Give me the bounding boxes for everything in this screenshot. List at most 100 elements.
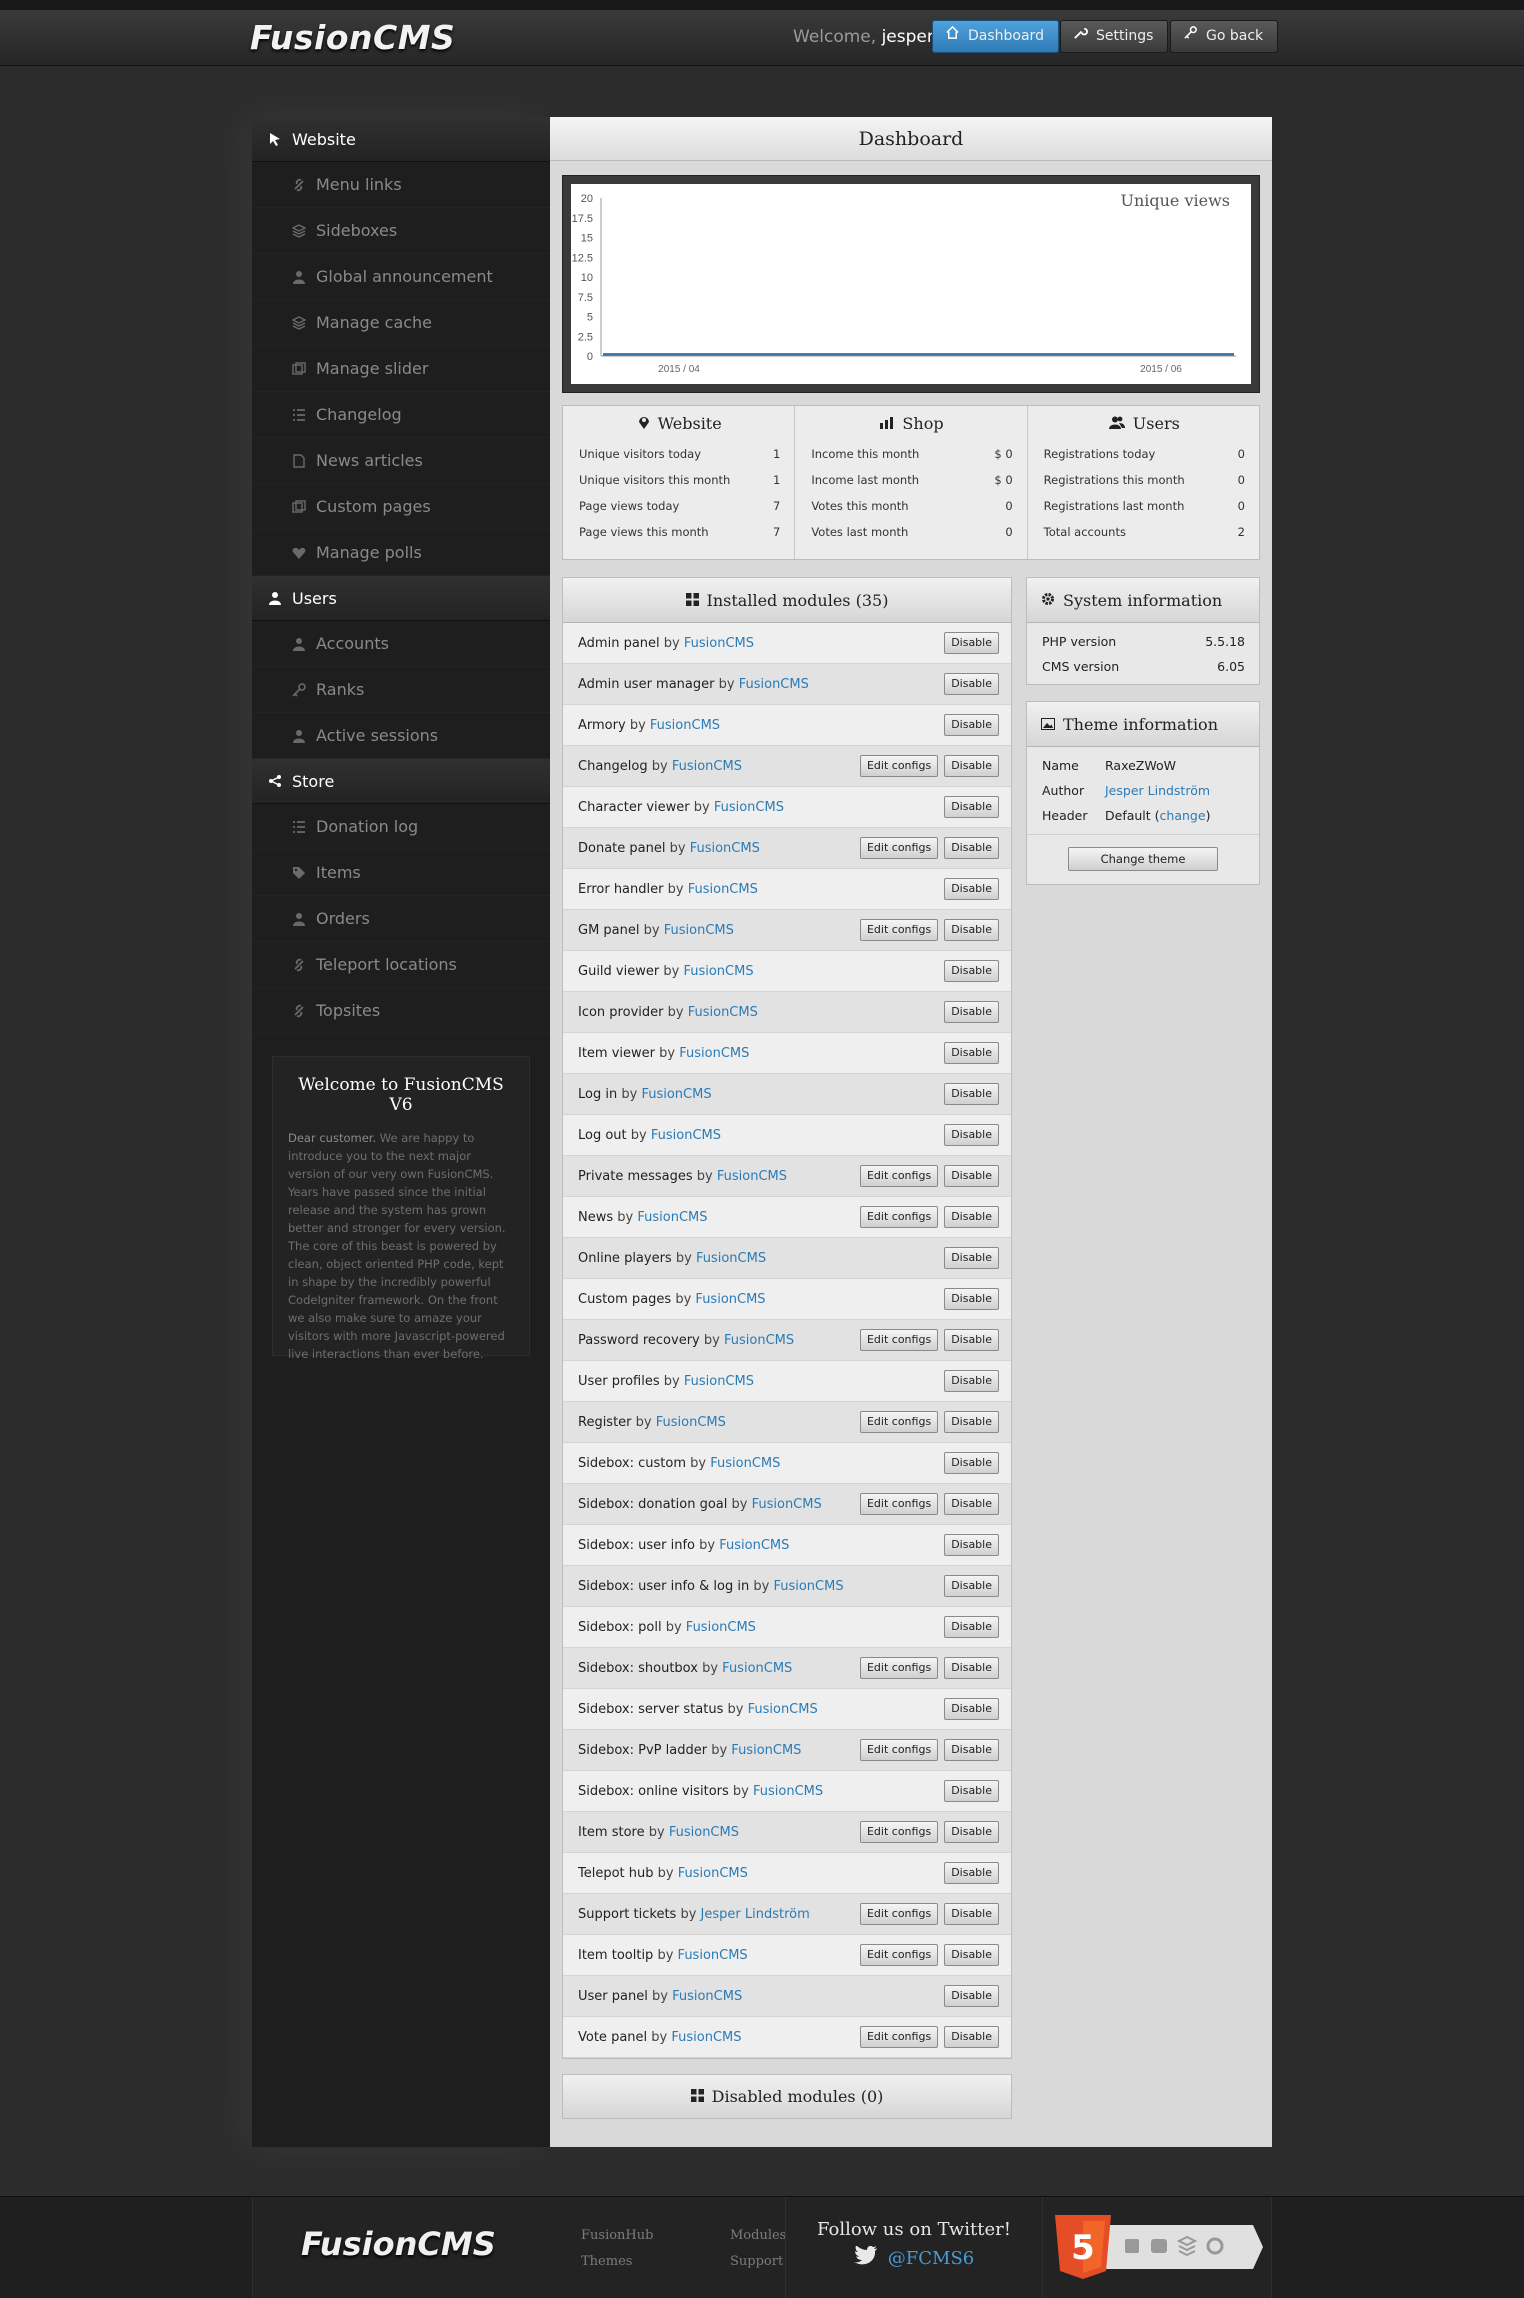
sidebar-item-active-sessions[interactable]: Active sessions <box>252 713 550 759</box>
sidebar-item-manage-slider[interactable]: Manage slider <box>252 346 550 392</box>
module-author-link[interactable]: FusionCMS <box>669 1825 739 1840</box>
disable-button[interactable]: Disable <box>944 1247 999 1269</box>
disable-button[interactable]: Disable <box>944 1821 999 1843</box>
module-author-link[interactable]: FusionCMS <box>683 964 753 979</box>
edit-configs-button[interactable]: Edit configs <box>859 1657 939 1679</box>
disable-button[interactable]: Disable <box>944 1206 999 1228</box>
edit-configs-button[interactable]: Edit configs <box>859 2026 939 2048</box>
module-author-link[interactable]: FusionCMS <box>752 1497 822 1512</box>
twitter-link[interactable]: @FCMS6 <box>786 2245 1042 2271</box>
module-author-link[interactable]: FusionCMS <box>678 1866 748 1881</box>
module-author-link[interactable]: FusionCMS <box>637 1210 707 1225</box>
footer-link-modules[interactable]: Modules <box>730 2223 786 2249</box>
disable-button[interactable]: Disable <box>944 1288 999 1310</box>
module-author-link[interactable]: FusionCMS <box>773 1579 843 1594</box>
edit-configs-button[interactable]: Edit configs <box>859 837 939 859</box>
sidebar-item-menu-links[interactable]: Menu links <box>252 162 550 208</box>
module-author-link[interactable]: FusionCMS <box>641 1087 711 1102</box>
sidebar-item-donation-log[interactable]: Donation log <box>252 804 550 850</box>
module-author-link[interactable]: FusionCMS <box>722 1661 792 1676</box>
disable-button[interactable]: Disable <box>944 796 999 818</box>
module-author-link[interactable]: FusionCMS <box>714 800 784 815</box>
sidebar-section-users[interactable]: Users <box>252 576 550 621</box>
module-author-link[interactable]: FusionCMS <box>664 923 734 938</box>
module-author-link[interactable]: FusionCMS <box>690 841 760 856</box>
module-author-link[interactable]: FusionCMS <box>650 718 720 733</box>
disable-button[interactable]: Disable <box>944 1370 999 1392</box>
disable-button[interactable]: Disable <box>944 1411 999 1433</box>
sidebar-item-news-articles[interactable]: News articles <box>252 438 550 484</box>
sidebar-item-topsites[interactable]: Topsites <box>252 988 550 1034</box>
edit-configs-button[interactable]: Edit configs <box>859 1165 939 1187</box>
disable-button[interactable]: Disable <box>944 755 999 777</box>
edit-configs-button[interactable]: Edit configs <box>859 1821 939 1843</box>
module-author-link[interactable]: FusionCMS <box>684 1374 754 1389</box>
module-author-link[interactable]: FusionCMS <box>695 1292 765 1307</box>
theme-author-link[interactable]: Jesper Lindström <box>1105 778 1210 803</box>
edit-configs-button[interactable]: Edit configs <box>859 1493 939 1515</box>
sidebar-item-items[interactable]: Items <box>252 850 550 896</box>
footer-logo[interactable]: FusionCMS <box>301 2225 496 2263</box>
disable-button[interactable]: Disable <box>944 1083 999 1105</box>
go-back-button[interactable]: Go back <box>1170 20 1279 53</box>
disable-button[interactable]: Disable <box>944 714 999 736</box>
module-author-link[interactable]: FusionCMS <box>696 1251 766 1266</box>
module-author-link[interactable]: FusionCMS <box>679 1046 749 1061</box>
disable-button[interactable]: Disable <box>944 1698 999 1720</box>
footer-link-themes[interactable]: Themes <box>581 2249 653 2275</box>
edit-configs-button[interactable]: Edit configs <box>859 1739 939 1761</box>
module-author-link[interactable]: FusionCMS <box>724 1333 794 1348</box>
disable-button[interactable]: Disable <box>944 1616 999 1638</box>
module-author-link[interactable]: FusionCMS <box>672 1989 742 2004</box>
module-author-link[interactable]: FusionCMS <box>671 2030 741 2045</box>
sidebar-section-website[interactable]: Website <box>252 117 550 162</box>
sidebar-item-manage-polls[interactable]: Manage polls <box>252 530 550 576</box>
installed-modules-header[interactable]: Installed modules (35) <box>563 578 1011 623</box>
module-author-link[interactable]: FusionCMS <box>719 1538 789 1553</box>
module-author-link[interactable]: FusionCMS <box>753 1784 823 1799</box>
disable-button[interactable]: Disable <box>944 1001 999 1023</box>
sidebar-item-changelog[interactable]: Changelog <box>252 392 550 438</box>
edit-configs-button[interactable]: Edit configs <box>859 755 939 777</box>
edit-configs-button[interactable]: Edit configs <box>859 919 939 941</box>
disable-button[interactable]: Disable <box>944 1534 999 1556</box>
edit-configs-button[interactable]: Edit configs <box>859 1944 939 1966</box>
disable-button[interactable]: Disable <box>944 632 999 654</box>
module-author-link[interactable]: FusionCMS <box>688 1005 758 1020</box>
settings-button[interactable]: Settings <box>1060 20 1169 53</box>
edit-configs-button[interactable]: Edit configs <box>859 1329 939 1351</box>
module-author-link[interactable]: FusionCMS <box>739 677 809 692</box>
sidebar-item-sideboxes[interactable]: Sideboxes <box>252 208 550 254</box>
edit-configs-button[interactable]: Edit configs <box>859 1903 939 1925</box>
module-author-link[interactable]: FusionCMS <box>684 636 754 651</box>
disable-button[interactable]: Disable <box>944 1903 999 1925</box>
module-author-link[interactable]: FusionCMS <box>686 1620 756 1635</box>
module-author-link[interactable]: FusionCMS <box>710 1456 780 1471</box>
sidebar-item-accounts[interactable]: Accounts <box>252 621 550 667</box>
disable-button[interactable]: Disable <box>944 1780 999 1802</box>
footer-link-fusionhub[interactable]: FusionHub <box>581 2223 653 2249</box>
module-author-link[interactable]: Jesper Lindström <box>701 1907 810 1922</box>
footer-link-support[interactable]: Support <box>730 2249 786 2275</box>
module-author-link[interactable]: FusionCMS <box>651 1128 721 1143</box>
disable-button[interactable]: Disable <box>944 1165 999 1187</box>
disable-button[interactable]: Disable <box>944 1329 999 1351</box>
disable-button[interactable]: Disable <box>944 960 999 982</box>
module-author-link[interactable]: FusionCMS <box>717 1169 787 1184</box>
disable-button[interactable]: Disable <box>944 1657 999 1679</box>
edit-configs-button[interactable]: Edit configs <box>859 1206 939 1228</box>
disable-button[interactable]: Disable <box>944 1985 999 2007</box>
disable-button[interactable]: Disable <box>944 1739 999 1761</box>
edit-configs-button[interactable]: Edit configs <box>859 1411 939 1433</box>
disable-button[interactable]: Disable <box>944 1575 999 1597</box>
sidebar-item-global-announcement[interactable]: Global announcement <box>252 254 550 300</box>
disable-button[interactable]: Disable <box>944 837 999 859</box>
sidebar-item-orders[interactable]: Orders <box>252 896 550 942</box>
disable-button[interactable]: Disable <box>944 878 999 900</box>
disable-button[interactable]: Disable <box>944 2026 999 2048</box>
disable-button[interactable]: Disable <box>944 919 999 941</box>
disabled-modules-header[interactable]: Disabled modules (0) <box>562 2074 1012 2119</box>
change-theme-button[interactable]: Change theme <box>1068 847 1218 871</box>
sidebar-section-store[interactable]: Store <box>252 759 550 804</box>
sidebar-item-manage-cache[interactable]: Manage cache <box>252 300 550 346</box>
